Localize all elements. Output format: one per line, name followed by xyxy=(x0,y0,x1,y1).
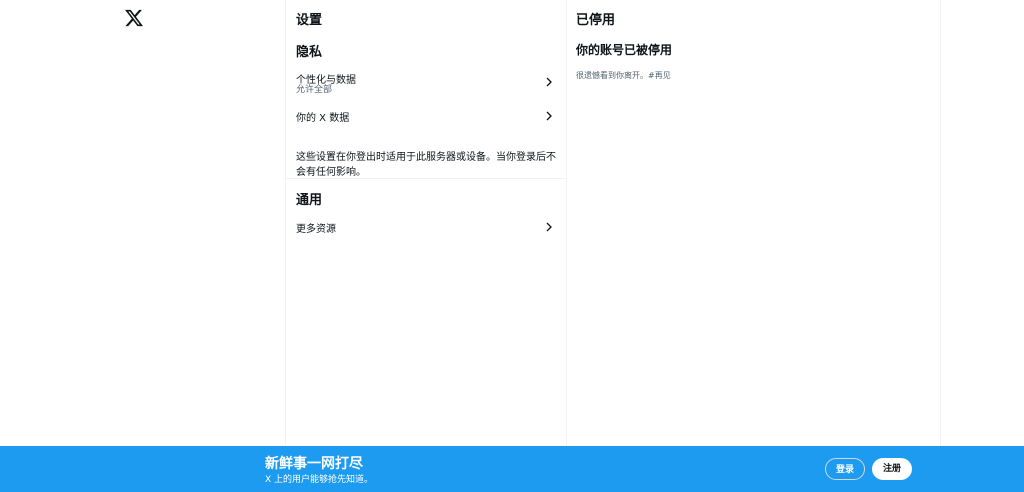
left-nav xyxy=(0,0,285,492)
section-divider xyxy=(286,178,566,179)
chevron-right-icon xyxy=(546,111,552,121)
x-logo-icon[interactable] xyxy=(124,8,144,28)
your-x-data-row[interactable]: 你的 X 数据 xyxy=(286,104,566,132)
chevron-right-icon xyxy=(546,222,552,232)
privacy-section-title: 隐私 xyxy=(296,45,323,60)
personalization-data-sublabel: 允许全部 xyxy=(296,85,333,95)
banner-subtitle: X 上的用户能够抢先知道。 xyxy=(265,475,374,485)
more-resources-label: 更多资源 xyxy=(296,224,336,235)
login-button[interactable]: 登录 xyxy=(825,458,865,480)
chevron-right-icon xyxy=(546,77,552,87)
settings-title: 设置 xyxy=(296,13,323,28)
account-deactivated-heading: 你的账号已被停用 xyxy=(576,43,673,57)
personalization-data-row[interactable]: 个性化与数据 允许全部 xyxy=(286,68,566,96)
banner-title: 新鲜事一网打尽 xyxy=(265,456,363,472)
signup-button[interactable]: 注册 xyxy=(872,458,912,480)
your-x-data-label: 你的 X 数据 xyxy=(296,113,350,124)
more-resources-row[interactable]: 更多资源 xyxy=(286,215,566,243)
logged-out-settings-note: 这些设置在你登出时适用于此服务器或设备。当你登录后不会有任何影响。 xyxy=(296,152,556,178)
detail-panel: 已停用 你的账号已被停用 很遗憾看到你离开。#再见 xyxy=(566,0,941,492)
farewell-message: 很遗憾看到你离开。#再见 xyxy=(576,71,671,80)
signup-banner: 新鲜事一网打尽 X 上的用户能够抢先知道。 登录 注册 xyxy=(0,446,1024,492)
settings-panel: 设置 隐私 个性化与数据 允许全部 你的 X 数据 这些设置在你登出时适用于此服… xyxy=(285,0,567,492)
detail-title: 已停用 xyxy=(576,13,616,28)
general-section-title: 通用 xyxy=(296,193,323,208)
